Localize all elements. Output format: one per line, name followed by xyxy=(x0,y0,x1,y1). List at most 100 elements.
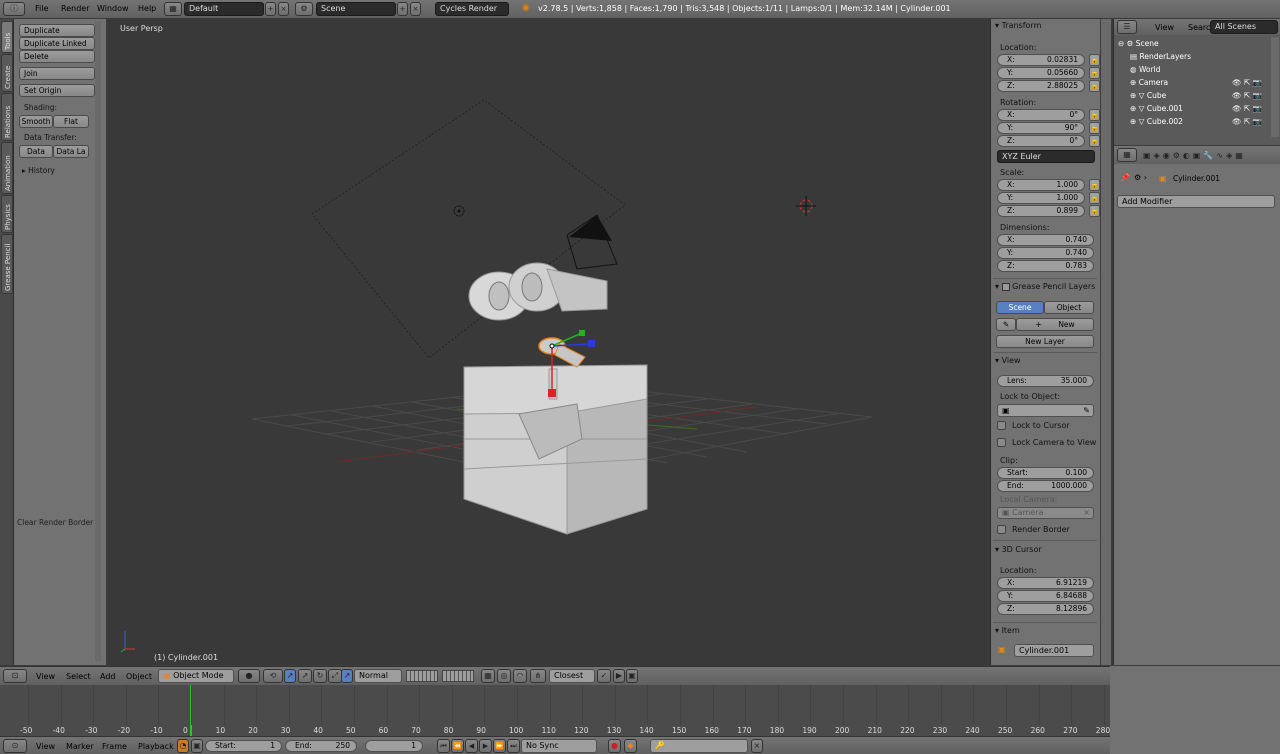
timeline-menu-playback[interactable]: Playback xyxy=(138,742,174,751)
delete-button[interactable]: Delete xyxy=(19,50,95,63)
scale-icon[interactable]: ⤢ xyxy=(328,669,342,683)
outliner-row-camera[interactable]: ⊕ Camera 👁 ⇱ 📷 xyxy=(1114,76,1268,89)
duplicate-linked-button[interactable]: Duplicate Linked xyxy=(19,37,95,50)
clear-keying-icon[interactable]: × xyxy=(751,739,763,753)
close-scene-icon[interactable]: × xyxy=(410,2,421,16)
timeline-menu-marker[interactable]: Marker xyxy=(66,742,94,751)
editor-type-icon[interactable]: ⊡ xyxy=(3,669,27,683)
lock-icon[interactable]: 🔓 xyxy=(1089,135,1100,147)
set-origin-button[interactable]: Set Origin xyxy=(19,84,95,97)
menu-view[interactable]: View xyxy=(36,672,55,681)
preview-range-icon[interactable]: ◔ xyxy=(177,739,189,753)
outliner-editor-icon[interactable]: ☰ xyxy=(1117,20,1137,34)
lock-icon[interactable]: 🔓 xyxy=(1089,67,1100,79)
item-name-field[interactable]: Cylinder.001 xyxy=(1014,644,1094,657)
info-icon[interactable]: ⓘ xyxy=(3,2,25,16)
menu-file[interactable]: File xyxy=(35,4,48,13)
object-tab[interactable]: Object xyxy=(1044,301,1094,314)
tab-animation[interactable]: Animation xyxy=(1,142,13,194)
join-button[interactable]: Join xyxy=(19,67,95,80)
history-panel-header[interactable]: ▸ History xyxy=(22,166,55,175)
outliner-row-renderlayers[interactable]: ▤ RenderLayers xyxy=(1114,50,1268,63)
manipulator-toggle-icon[interactable]: ↗ xyxy=(284,669,296,683)
pencil-icon[interactable]: ✎ xyxy=(996,318,1016,331)
dimension-x-field[interactable]: X: 0.740 xyxy=(997,234,1094,246)
rotate-icon[interactable]: ↻ xyxy=(313,669,327,683)
outliner-row-world[interactable]: ◍ World xyxy=(1114,63,1268,76)
scene-field[interactable]: Scene xyxy=(316,2,396,16)
start-frame-field[interactable]: Start: 1 xyxy=(205,740,282,752)
translate-icon[interactable]: ↗ xyxy=(298,669,312,683)
cursor-z-field[interactable]: Z: 8.12896 xyxy=(997,603,1094,615)
close-icon[interactable]: × xyxy=(278,2,289,16)
menu-help[interactable]: Help xyxy=(138,4,156,13)
lock-object-field[interactable]: ▣ ✎ xyxy=(997,404,1094,417)
timeline-menu-view[interactable]: View xyxy=(36,742,55,751)
scene-tab[interactable]: Scene xyxy=(996,301,1044,314)
layer-lock-icon[interactable]: ▦ xyxy=(481,669,495,683)
location-z-field[interactable]: Z: 2.88025 xyxy=(997,80,1085,92)
layers-grid-1[interactable] xyxy=(406,670,438,682)
menu-add[interactable]: Add xyxy=(100,672,116,681)
lock-icon[interactable]: 🔓 xyxy=(1089,109,1100,121)
lock-icon[interactable]: 🔓 xyxy=(1089,192,1100,204)
lock-icon[interactable]: 🔓 xyxy=(1089,179,1100,191)
add-icon[interactable]: + xyxy=(265,2,276,16)
render-border-checkbox[interactable] xyxy=(997,525,1006,534)
3d-cursor-panel-header[interactable]: ▾ 3D Cursor xyxy=(995,545,1042,554)
lock-camera-checkbox[interactable] xyxy=(997,438,1006,447)
lock-icon[interactable]: 🔓 xyxy=(1089,80,1100,92)
pivot-icon[interactable]: ⟲ xyxy=(263,669,283,683)
opengl-render-icon[interactable]: ▶ xyxy=(613,669,625,683)
data-button[interactable]: Data xyxy=(19,145,53,158)
add-scene-icon[interactable]: + xyxy=(397,2,408,16)
rotation-y-field[interactable]: Y: 90° xyxy=(997,122,1085,134)
scene-icon[interactable]: ⚙ xyxy=(295,2,313,16)
outliner-view-menu[interactable]: View xyxy=(1155,23,1174,32)
render-engine-select[interactable]: Cycles Render xyxy=(435,2,509,16)
lens-field[interactable]: Lens: 35.000 xyxy=(997,375,1094,387)
keying-set-field[interactable]: 🔑 xyxy=(650,739,748,753)
new-layer-button[interactable]: New Layer xyxy=(996,335,1094,348)
3d-viewport[interactable]: User Persp (1) Cylinder.001 xyxy=(107,19,989,665)
cursor-x-field[interactable]: X: 6.91219 xyxy=(997,577,1094,589)
dimension-z-field[interactable]: Z: 0.783 xyxy=(997,260,1094,272)
menu-window[interactable]: Window xyxy=(97,4,129,13)
layout-icon[interactable]: ▦ xyxy=(164,2,182,16)
location-y-field[interactable]: Y: 0.05660 xyxy=(997,67,1085,79)
tab-physics[interactable]: Physics xyxy=(1,195,13,233)
shelf-scrollbar[interactable] xyxy=(95,21,101,661)
orientation-icon[interactable]: ↗ xyxy=(341,669,353,683)
snap-align-icon[interactable]: ✓ xyxy=(597,669,611,683)
lock-range-icon[interactable]: ▣ xyxy=(191,739,203,753)
properties-context-tabs[interactable]: ▣◈◉⚙◐▣🔧∿◈▦ xyxy=(1143,151,1246,160)
timeline[interactable]: -50 -40 -30 -20 -10 0 10 20 30 40 50 60 70 80 90 100 110… xyxy=(0,685,1110,736)
mode-select[interactable]: ▣ Object Mode xyxy=(158,669,234,683)
location-x-field[interactable]: X: 0.02831 xyxy=(997,54,1085,66)
lock-icon[interactable]: 🔓 xyxy=(1089,205,1100,217)
grease-pencil-panel-header[interactable]: ▾ Grease Pencil Layers xyxy=(995,282,1095,291)
sync-select[interactable]: No Sync xyxy=(521,739,597,753)
add-modifier-select[interactable]: Add Modifier xyxy=(1117,195,1275,208)
local-camera-field[interactable]: ▣ Camera × xyxy=(997,507,1094,519)
proportional-falloff-icon[interactable]: ◠ xyxy=(513,669,527,683)
tab-create[interactable]: Create xyxy=(1,54,13,92)
outliner-scrollbar[interactable] xyxy=(1271,37,1279,137)
clip-end-field[interactable]: End: 1000.000 xyxy=(997,480,1094,492)
tab-grease-pencil[interactable]: Grease Pencil xyxy=(1,234,13,294)
pin-icon[interactable]: 📌 xyxy=(1120,173,1130,182)
outliner-row-cube-001[interactable]: ⊕ ▽ Cube.001 👁 ⇱ 📷 xyxy=(1114,102,1268,115)
menu-render[interactable]: Render xyxy=(61,4,89,13)
transform-panel-header[interactable]: ▾ Transform xyxy=(995,21,1041,30)
rotation-z-field[interactable]: Z: 0° xyxy=(997,135,1085,147)
scale-y-field[interactable]: Y: 1.000 xyxy=(997,192,1085,204)
npanel-scrollbar[interactable] xyxy=(1101,19,1111,665)
cursor-y-field[interactable]: Y: 6.84688 xyxy=(997,590,1094,602)
current-frame-field[interactable]: 1 xyxy=(365,740,423,752)
flat-button[interactable]: Flat xyxy=(53,115,89,128)
proportional-icon[interactable]: ◎ xyxy=(497,669,511,683)
outliner-display-select[interactable]: All Scenes xyxy=(1210,20,1278,34)
snap-target-select[interactable]: Closest xyxy=(549,669,595,683)
outliner-row-cube[interactable]: ⊕ ▽ Cube 👁 ⇱ 📷 xyxy=(1114,89,1268,102)
playback-controls[interactable]: ⏮ ⏪ ◀ ▶ ⏩ ⏭ xyxy=(437,739,520,753)
